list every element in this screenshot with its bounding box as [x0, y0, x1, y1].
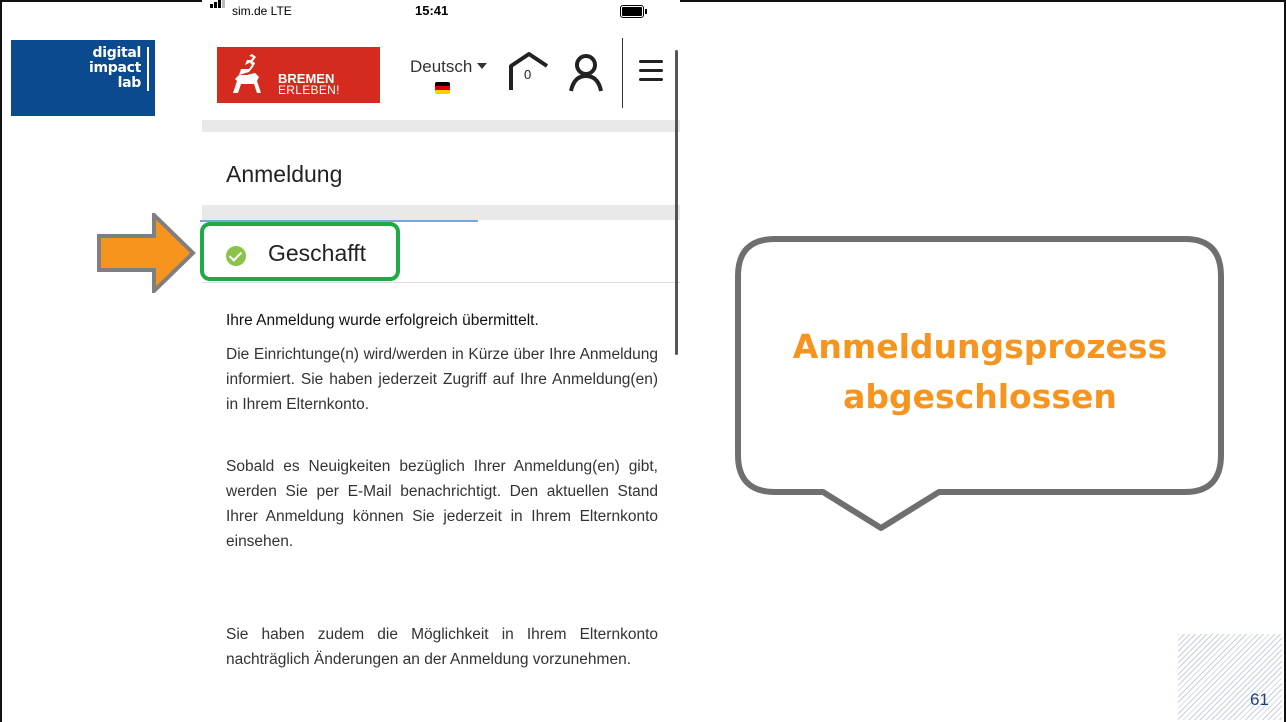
- cart-count: 0: [524, 67, 532, 82]
- info-paragraph-2: Sobald es Neuigkeiten bezüglich Ihrer An…: [226, 458, 658, 550]
- status-bar: sim.de LTE 15:41: [202, 0, 680, 22]
- arrow-icon: [97, 213, 196, 293]
- brand-tagline: ERLEBEN!: [278, 83, 340, 97]
- info-paragraph-3: Sie haben zudem die Möglichkeit in Ihrem…: [226, 626, 658, 668]
- hamburger-menu-icon[interactable]: [639, 60, 663, 82]
- section-separator: [202, 120, 680, 132]
- home-cart-button[interactable]: 0: [507, 50, 551, 94]
- scrollbar[interactable]: [675, 50, 678, 355]
- section-separator: [202, 205, 680, 220]
- town-musicians-icon: [233, 54, 261, 93]
- german-flag-icon: [435, 82, 450, 94]
- carrier-label: sim.de LTE: [232, 4, 292, 18]
- nav-divider: [622, 38, 623, 108]
- language-label: Deutsch: [410, 57, 473, 76]
- clock: 15:41: [415, 3, 449, 18]
- callout-line-2: abgeschlossen: [843, 377, 1117, 416]
- bremen-erleben-logo[interactable]: BREMEN ERLEBEN!: [217, 47, 380, 103]
- battery-icon: [620, 5, 647, 18]
- page-number: 61: [1250, 690, 1269, 709]
- phone-screenshot: sim.de LTE 15:41 BREMEN ERLEBEN! Deutsch…: [202, 0, 680, 722]
- highlight-frame: [200, 222, 400, 281]
- callout-text: Anmeldungsprozess abgeschlossen: [740, 322, 1220, 422]
- logo-line-1: digital: [92, 45, 142, 61]
- user-icon[interactable]: [568, 54, 604, 92]
- logo-line-2: impact: [88, 60, 141, 76]
- success-message: Ihre Anmeldung wurde erfolgreich übermit…: [226, 312, 539, 329]
- chevron-down-icon: [477, 62, 488, 69]
- callout-line-1: Anmeldungsprozess: [792, 327, 1168, 366]
- digital-impact-lab-logo: digital impact lab: [11, 40, 155, 116]
- logo-line-3: lab: [117, 75, 142, 91]
- info-paragraph-1: Die Einrichtunge(n) wird/werden in Kürze…: [226, 346, 658, 413]
- language-selector[interactable]: Deutsch: [410, 57, 488, 77]
- page-title: Anmeldung: [226, 161, 343, 187]
